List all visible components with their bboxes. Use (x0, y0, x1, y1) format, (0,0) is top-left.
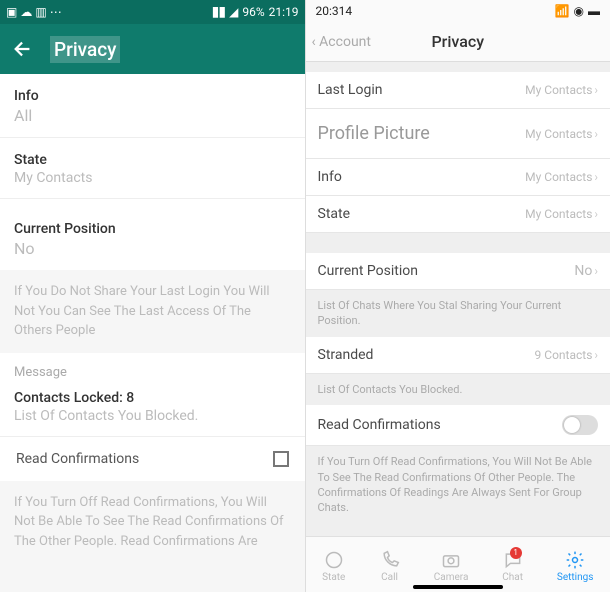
chat-badge: 1 (510, 547, 522, 559)
chevron-right-icon: › (594, 207, 598, 221)
chevron-right-icon: › (594, 264, 598, 278)
contacts-locked-label[interactable]: Contacts Locked: 8 (0, 384, 305, 408)
back-arrow-icon[interactable] (12, 38, 34, 60)
contacts-locked-caption: List Of Contacts You Blocked. (0, 408, 305, 436)
info-value: All (0, 106, 305, 137)
blocked-caption: List Of Contacts You Blocked. (306, 374, 610, 405)
position-value: No (0, 239, 305, 270)
wifi-icon: ◉ (574, 4, 584, 18)
tab-call[interactable]: Call (379, 549, 401, 583)
chevron-right-icon: › (594, 127, 598, 141)
read-confirmations-note: If You Turn Off Read Confirmations, You … (0, 481, 305, 592)
android-header: Privacy (0, 24, 305, 74)
position-caption: List Of Chats Where You Stal Sharing You… (306, 290, 610, 337)
profile-picture-label: Profile Picture (318, 123, 430, 144)
chevron-right-icon: › (594, 170, 598, 184)
state-icon (323, 549, 345, 571)
ios-nav-bar: ‹ Account Privacy (306, 22, 610, 62)
message-header: Message (0, 353, 305, 384)
nav-title: Privacy (431, 32, 484, 51)
more-icon: ⋯ (50, 5, 62, 19)
last-login-label: Last Login (318, 82, 383, 98)
cloud-icon: ☁ (20, 5, 32, 19)
info-label: Info (318, 169, 342, 185)
state-label: State (318, 206, 351, 222)
ios-tab-bar: State Call Camera 1 Chat Settings (306, 536, 610, 592)
read-confirmations-row[interactable]: Read Confirmations (0, 437, 305, 481)
stranded-label: Stranded (318, 347, 374, 363)
android-status-bar: ▣ ☁ ▥ ⋯ ▮▮ ◢ 96% 21:19 (0, 0, 305, 24)
stranded-row[interactable]: Stranded 9 Contacts› (306, 337, 610, 374)
camera-icon (440, 549, 462, 571)
info-label[interactable]: Info (0, 74, 305, 106)
ios-time: 20:314 (316, 4, 353, 18)
phone-icon (379, 549, 401, 571)
login-note: If You Do Not Share Your Last Login You … (0, 270, 305, 353)
read-confirmations-label: Read Confirmations (318, 417, 441, 433)
read-confirmations-label: Read Confirmations (16, 451, 139, 467)
chevron-right-icon: › (594, 348, 598, 362)
state-row[interactable]: State My Contacts› (306, 196, 610, 233)
current-position-row[interactable]: Current Position No› (306, 253, 610, 290)
time-text: 21:19 (269, 5, 299, 19)
last-login-row[interactable]: Last Login My Contacts› (306, 72, 610, 109)
tab-camera[interactable]: Camera (434, 549, 469, 583)
checkbox-icon[interactable] (273, 451, 289, 467)
signal-icon: 📶 (555, 4, 570, 18)
signal-icon: ▮▮ (212, 4, 225, 20)
home-indicator (413, 585, 503, 589)
android-screen: ▣ ☁ ▥ ⋯ ▮▮ ◢ 96% 21:19 Privacy Info All … (0, 0, 306, 592)
battery-text: 96% (242, 5, 264, 19)
chevron-right-icon: › (594, 83, 598, 97)
gear-icon (564, 549, 586, 571)
battery-icon: ▬ (588, 4, 600, 18)
sim-icon: ▥ (35, 5, 46, 19)
position-label[interactable]: Current Position (0, 199, 305, 239)
wifi-icon: ◢ (229, 5, 238, 19)
current-position-label: Current Position (318, 263, 418, 279)
tab-settings[interactable]: Settings (557, 549, 594, 583)
read-confirmations-caption: If You Turn Off Read Confirmations, You … (306, 446, 610, 536)
profile-picture-row[interactable]: Profile Picture My Contacts› (306, 109, 610, 159)
image-icon: ▣ (6, 5, 17, 19)
android-body: Info All State My Contacts Current Posit… (0, 74, 305, 592)
state-label[interactable]: State (0, 138, 305, 170)
tab-state[interactable]: State (322, 549, 345, 583)
info-row[interactable]: Info My Contacts› (306, 159, 610, 196)
back-button[interactable]: ‹ Account (306, 34, 371, 50)
state-value: My Contacts (0, 170, 305, 198)
page-title: Privacy (50, 36, 120, 63)
toggle-switch[interactable] (562, 415, 598, 435)
read-confirmations-row[interactable]: Read Confirmations (306, 405, 610, 446)
tab-chat[interactable]: 1 Chat (502, 549, 524, 583)
ios-status-bar: 20:314 📶 ◉ ▬ (306, 0, 610, 22)
ios-screen: 20:314 📶 ◉ ▬ ‹ Account Privacy Last Logi… (306, 0, 610, 592)
ios-body: Last Login My Contacts› Profile Picture … (306, 62, 610, 536)
